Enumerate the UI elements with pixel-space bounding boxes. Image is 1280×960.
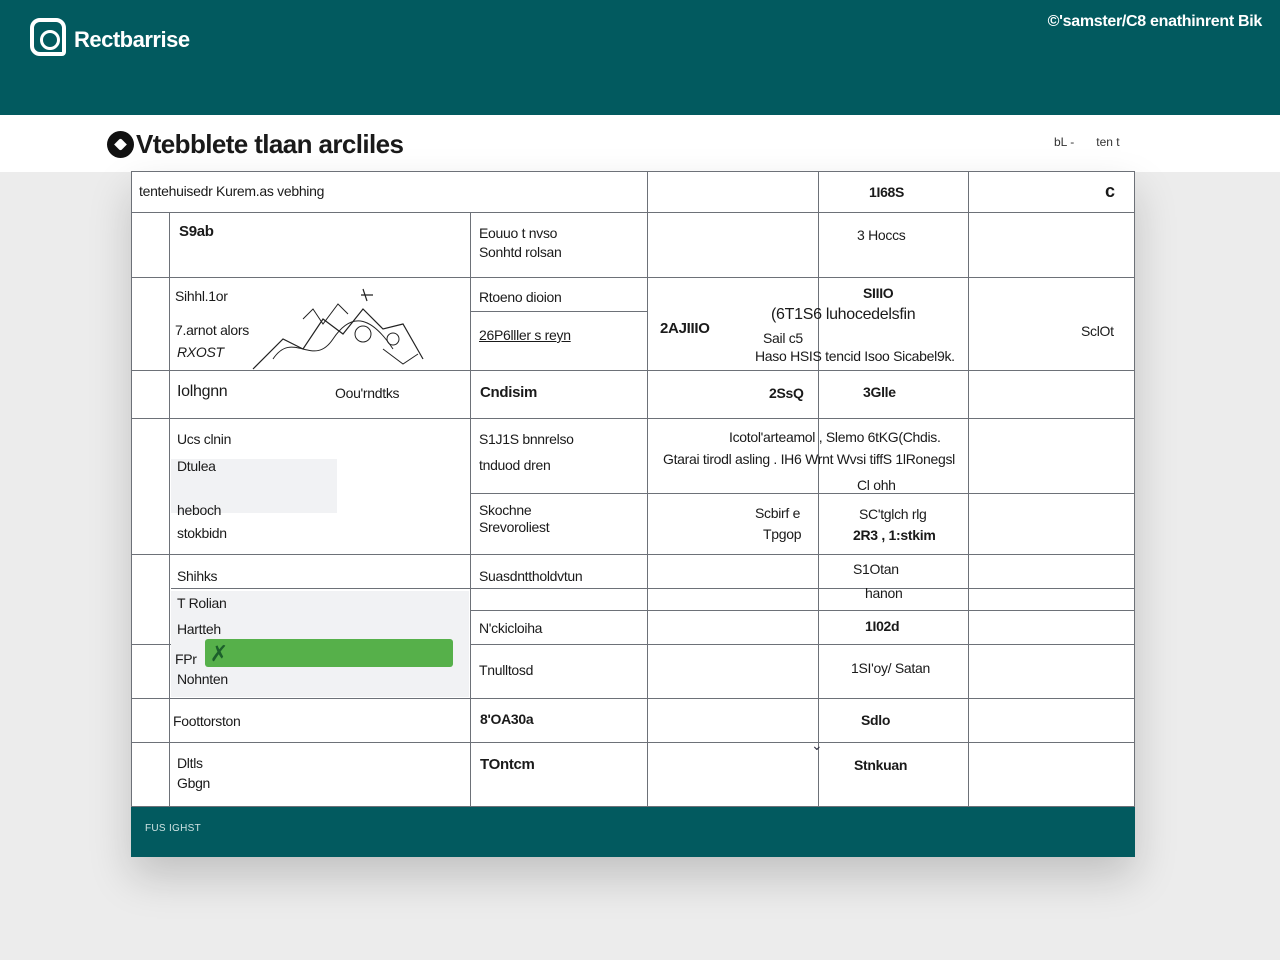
table-link[interactable]: 26P6lller s reyn (479, 326, 571, 344)
table-cell[interactable]: SIIIO (863, 284, 894, 302)
title-meta-item[interactable]: ten t (1096, 135, 1119, 149)
table-cell[interactable]: Cl ohh (857, 476, 896, 494)
title-strip: Vtebblete tlaan arcliles bL - ten t (0, 115, 1280, 172)
table-cell[interactable]: Oou'rndtks (335, 384, 400, 402)
close-icon[interactable]: c (1099, 181, 1121, 201)
table-cell[interactable]: Dtulea (177, 457, 216, 475)
table-cell[interactable]: 8'OA30a (480, 710, 534, 728)
table-cell[interactable]: 3 Hoccs (857, 226, 906, 244)
table-cell[interactable]: T Rolian (177, 594, 227, 612)
table-cell[interactable]: N'ckicloiha (479, 619, 542, 637)
table-cell[interactable]: Sail c5 (763, 329, 803, 347)
table-cell[interactable]: stokbidn (177, 524, 227, 542)
table-cell[interactable]: RXOST (177, 343, 224, 361)
heart-icon (107, 131, 134, 158)
brand-name: Rectbarrise (74, 27, 190, 52)
table-cell[interactable]: 1I02d (865, 617, 900, 635)
table-cell[interactable]: Rtoeno dioion (479, 288, 562, 306)
title-meta: bL - ten t (1054, 135, 1120, 149)
table-cell[interactable]: Hartteh (177, 620, 221, 638)
table-cell[interactable]: 3Glle (863, 383, 896, 401)
data-table: tentehuisedr Kurem.as vebhing 1I68S c S9… (131, 171, 1135, 807)
table-cell[interactable]: hanon (865, 584, 903, 602)
table-header-label: 1I68S (869, 184, 905, 200)
table-cell[interactable]: Stnkuan (854, 756, 907, 774)
table-cell[interactable]: Dltls (177, 754, 203, 772)
progress-bar (205, 639, 453, 667)
table-cell[interactable]: 7.arnot alors (175, 321, 249, 339)
brand[interactable]: Rectbarrise (30, 18, 190, 56)
table-cell[interactable]: Sdlo (861, 711, 890, 729)
table-cell[interactable]: Sihhl.1or (175, 287, 228, 305)
top-header-bar: Rectbarrise ©'samster/C8 enathinrent Bik (0, 0, 1280, 115)
table-cell[interactable]: Tnulltosd (479, 661, 533, 679)
table-cell[interactable]: Iolhgnn (177, 383, 228, 401)
table-cell[interactable]: Gbgn (177, 774, 210, 792)
table-cell[interactable]: Icotol'arteamol , Slemo 6tKG(Chdis. (729, 428, 941, 446)
table-cell[interactable]: Gtarai tirodl asling . IH6 Wrnt Wvsi tif… (663, 450, 955, 468)
chevron-down-icon: ⌄ (811, 737, 823, 753)
table-cell[interactable]: heboch (177, 501, 221, 519)
table-cell[interactable]: S1J1S bnnrelso (479, 430, 574, 448)
table-cell[interactable]: Tpgop (763, 525, 802, 543)
table-cell[interactable]: 1SI'oy/ Satan (851, 659, 930, 677)
footer-text: FUS IGHST (145, 823, 202, 834)
table-cell[interactable]: Sonhtd rolsan (479, 243, 562, 261)
page-title-text: Vtebblete tlaan arcliles (136, 129, 404, 159)
table-cell[interactable]: tnduod dren (479, 456, 551, 474)
table-cell[interactable]: 2AJIIIO (660, 320, 710, 338)
header-right-text[interactable]: ©'samster/C8 enathinrent Bik (1048, 13, 1263, 31)
brand-logo-icon (30, 18, 66, 56)
table-cell[interactable]: SclOt (1081, 322, 1114, 340)
table-cell[interactable]: Haso HSIS tencid Isoo Sicabel9k. (755, 347, 955, 365)
table-cell[interactable]: (6T1S6 luhocedelsfin (771, 306, 916, 324)
table-cell[interactable]: Shihks (177, 567, 218, 585)
table-cell[interactable]: TOntcm (480, 756, 535, 774)
table-cell[interactable]: Eouuo t nvso (479, 224, 557, 242)
table-cell[interactable]: Foottorston (173, 712, 241, 730)
table-cell[interactable]: S1Otan (853, 560, 899, 578)
check-icon: ✗ (209, 641, 229, 666)
table-cell[interactable]: S9ab (179, 223, 214, 241)
table-header-label: tentehuisedr Kurem.as vebhing (139, 183, 325, 199)
table-cell[interactable]: 2SsQ (769, 384, 804, 402)
table-cell[interactable]: Scbirf e (755, 504, 800, 522)
data-table-panel: tentehuisedr Kurem.as vebhing 1I68S c S9… (131, 171, 1135, 857)
table-cell[interactable]: Srevoroliest (479, 518, 550, 536)
table-cell[interactable]: SC'tglch rlg (859, 505, 927, 523)
table-cell[interactable]: 2R3 , 1:stkim (853, 526, 936, 544)
table-cell[interactable]: Cndisim (480, 384, 537, 402)
page-title: Vtebblete tlaan arcliles (107, 129, 404, 160)
table-cell[interactable]: Nohnten (177, 670, 228, 688)
table-cell[interactable]: Ucs clnin (177, 430, 231, 448)
table-footer: FUS IGHST (131, 807, 1135, 857)
table-cell[interactable]: Skochne (479, 501, 532, 519)
table-cell[interactable]: FPr (175, 650, 197, 668)
title-meta-item[interactable]: bL - (1054, 135, 1074, 149)
sketch-illustration (252, 288, 424, 370)
table-cell[interactable]: Suasdnttholdvtun (479, 567, 583, 585)
